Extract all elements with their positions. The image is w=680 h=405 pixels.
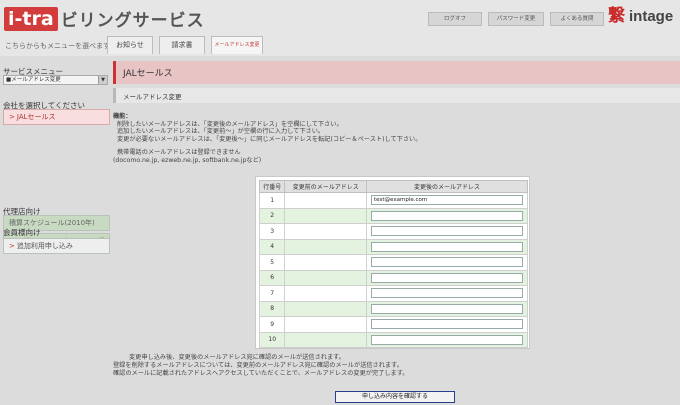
new-email-cell bbox=[366, 316, 528, 333]
logo-text: ビリングサービス bbox=[60, 11, 205, 31]
prev-email-cell bbox=[284, 254, 367, 271]
new-email-input[interactable] bbox=[371, 226, 523, 237]
change-password-button[interactable]: パスワード変更 bbox=[488, 12, 544, 26]
logo-mark: i-tra bbox=[4, 6, 58, 31]
prev-email-cell bbox=[284, 316, 367, 333]
sidebar-item-company[interactable]: > JALセールス bbox=[3, 109, 110, 125]
row-number: 6 bbox=[258, 269, 286, 286]
new-email-cell bbox=[366, 207, 528, 224]
menu-hint: こちらからもメニューを選べます→ bbox=[5, 42, 116, 50]
prev-email-cell bbox=[284, 300, 367, 317]
instructions-heading: 機能： bbox=[113, 113, 132, 120]
page-title: JALセールス bbox=[123, 69, 173, 79]
row-number: 1 bbox=[258, 192, 286, 209]
intage-logo-icon: 繋 bbox=[608, 6, 625, 26]
prev-email-cell bbox=[284, 285, 367, 302]
instruction-line: 追加したいメールアドレスは、「変更前～」が空欄の行に入力して下さい。 bbox=[117, 128, 325, 135]
new-email-input[interactable]: test@example.com bbox=[371, 195, 523, 206]
col-header-new-email: 変更後のメールアドレス bbox=[366, 180, 528, 193]
header: i-tra ビリングサービス ログオフ パスワード変更 よくある質問 繋 int… bbox=[0, 0, 680, 56]
brand-name: intage bbox=[629, 7, 674, 25]
member-title: 会員様向け bbox=[3, 228, 41, 237]
table-row: 9 bbox=[258, 316, 528, 333]
chevron-down-icon: ▼ bbox=[98, 76, 107, 84]
instruction-line: 携帯電話のメールアドレスは登録できません bbox=[117, 149, 241, 156]
prev-email-cell bbox=[284, 192, 367, 209]
row-number: 8 bbox=[258, 300, 286, 317]
table-row: 6 bbox=[258, 269, 528, 286]
sidebar-item-additional-use[interactable]: > 追加利用申し込み bbox=[3, 238, 110, 254]
email-table-panel: 行番号 変更前のメールアドレス 変更後のメールアドレス 1 test@exampl… bbox=[255, 176, 530, 349]
section-title: メールアドレス変更 bbox=[123, 93, 182, 101]
new-email-cell bbox=[366, 238, 528, 255]
sidebar-item-label: 追加利用申し込み bbox=[16, 242, 73, 250]
col-header-prev-email: 変更前のメールアドレス bbox=[284, 180, 367, 193]
instruction-line: 削除したいメールアドレスは、「変更後のメールアドレス」を空欄にして下さい。 bbox=[117, 120, 343, 128]
faq-button[interactable]: よくある質問 bbox=[550, 12, 604, 26]
row-number: 10 bbox=[258, 331, 286, 348]
service-menu-select[interactable]: ■メールアドレス変更 ▼ bbox=[3, 75, 108, 85]
table-row: 2 bbox=[258, 207, 528, 224]
chevron-right-icon: > bbox=[9, 113, 15, 121]
row-number: 4 bbox=[258, 238, 286, 255]
col-header-row-number: 行番号 bbox=[258, 180, 286, 193]
row-number: 2 bbox=[258, 207, 286, 224]
footer-note: 変更申し込み後、変更後のメールアドレス宛に確認のメールが送信されます。 bbox=[129, 354, 345, 361]
prev-email-cell bbox=[284, 269, 367, 286]
table-row: 3 bbox=[258, 223, 528, 240]
row-number: 5 bbox=[258, 254, 286, 271]
service-menu-value: ■メールアドレス変更 bbox=[6, 77, 61, 83]
new-email-input[interactable] bbox=[371, 288, 523, 299]
new-email-cell bbox=[366, 223, 528, 240]
new-email-cell bbox=[366, 285, 528, 302]
new-email-cell bbox=[366, 269, 528, 286]
prev-email-cell bbox=[284, 223, 367, 240]
sidebar-item-label: JALセールス bbox=[16, 113, 56, 121]
row-number: 3 bbox=[258, 223, 286, 240]
prev-email-cell bbox=[284, 207, 367, 224]
intage-brand: 繋 intage bbox=[608, 6, 673, 26]
footer-note: 登録を削除するメールアドレスについては、変更前のメールアドレス宛に確認のメールが… bbox=[113, 362, 403, 369]
chevron-right-icon: > bbox=[9, 242, 15, 250]
row-number: 7 bbox=[258, 285, 286, 302]
tab-email-change[interactable]: メールアドレス変更 bbox=[211, 36, 263, 54]
new-email-input[interactable] bbox=[371, 319, 523, 330]
instruction-line: (docomo.ne.jp, ezweb.ne.jp, softbank.ne.… bbox=[113, 156, 262, 164]
email-table: 行番号 変更前のメールアドレス 変更後のメールアドレス 1 test@exampl… bbox=[258, 180, 528, 348]
table-row: 1 test@example.com bbox=[258, 192, 528, 209]
table-row: 4 bbox=[258, 238, 528, 255]
tab-notice[interactable]: お知らせ bbox=[107, 36, 153, 54]
table-row: 10 bbox=[258, 331, 528, 348]
new-email-input[interactable] bbox=[371, 272, 523, 283]
new-email-cell bbox=[366, 331, 528, 348]
new-email-input[interactable] bbox=[371, 334, 523, 345]
table-row: 5 bbox=[258, 254, 528, 271]
confirm-application-button[interactable]: 申し込み内容を確認する bbox=[335, 391, 455, 403]
new-email-cell bbox=[366, 300, 528, 317]
prev-email-cell bbox=[284, 238, 367, 255]
table-row: 8 bbox=[258, 300, 528, 317]
footer-notes: 変更申し込み後、変更後のメールアドレス宛に確認のメールが送信されます。 登録を削… bbox=[113, 354, 673, 378]
app-logo[interactable]: i-tra ビリングサービス bbox=[4, 6, 205, 31]
new-email-cell bbox=[366, 254, 528, 271]
new-email-cell: test@example.com bbox=[366, 192, 528, 209]
new-email-input[interactable] bbox=[371, 241, 523, 252]
logoff-button[interactable]: ログオフ bbox=[428, 12, 482, 26]
tab-invoice[interactable]: 請求書 bbox=[159, 36, 205, 54]
prev-email-cell bbox=[284, 331, 367, 348]
instructions: 機能： 削除したいメールアドレスは、「変更後のメールアドレス」を空欄にして下さい… bbox=[113, 113, 673, 164]
footer-note: 確認のメールに記載されたアドレスへアクセスしていただくことで、メールアドレスの変… bbox=[113, 370, 409, 377]
section-title-bar: メールアドレス変更 bbox=[113, 88, 680, 103]
new-email-input[interactable] bbox=[371, 303, 523, 314]
page-title-bar: JALセールス bbox=[113, 61, 680, 84]
table-row: 7 bbox=[258, 285, 528, 302]
row-number: 9 bbox=[258, 316, 286, 333]
instruction-line: 変更が必要ないメールアドレスは、「変更後～」に同じメールアドレスを転記(コピー＆… bbox=[117, 135, 422, 143]
new-email-input[interactable] bbox=[371, 257, 523, 268]
new-email-input[interactable] bbox=[371, 210, 523, 221]
